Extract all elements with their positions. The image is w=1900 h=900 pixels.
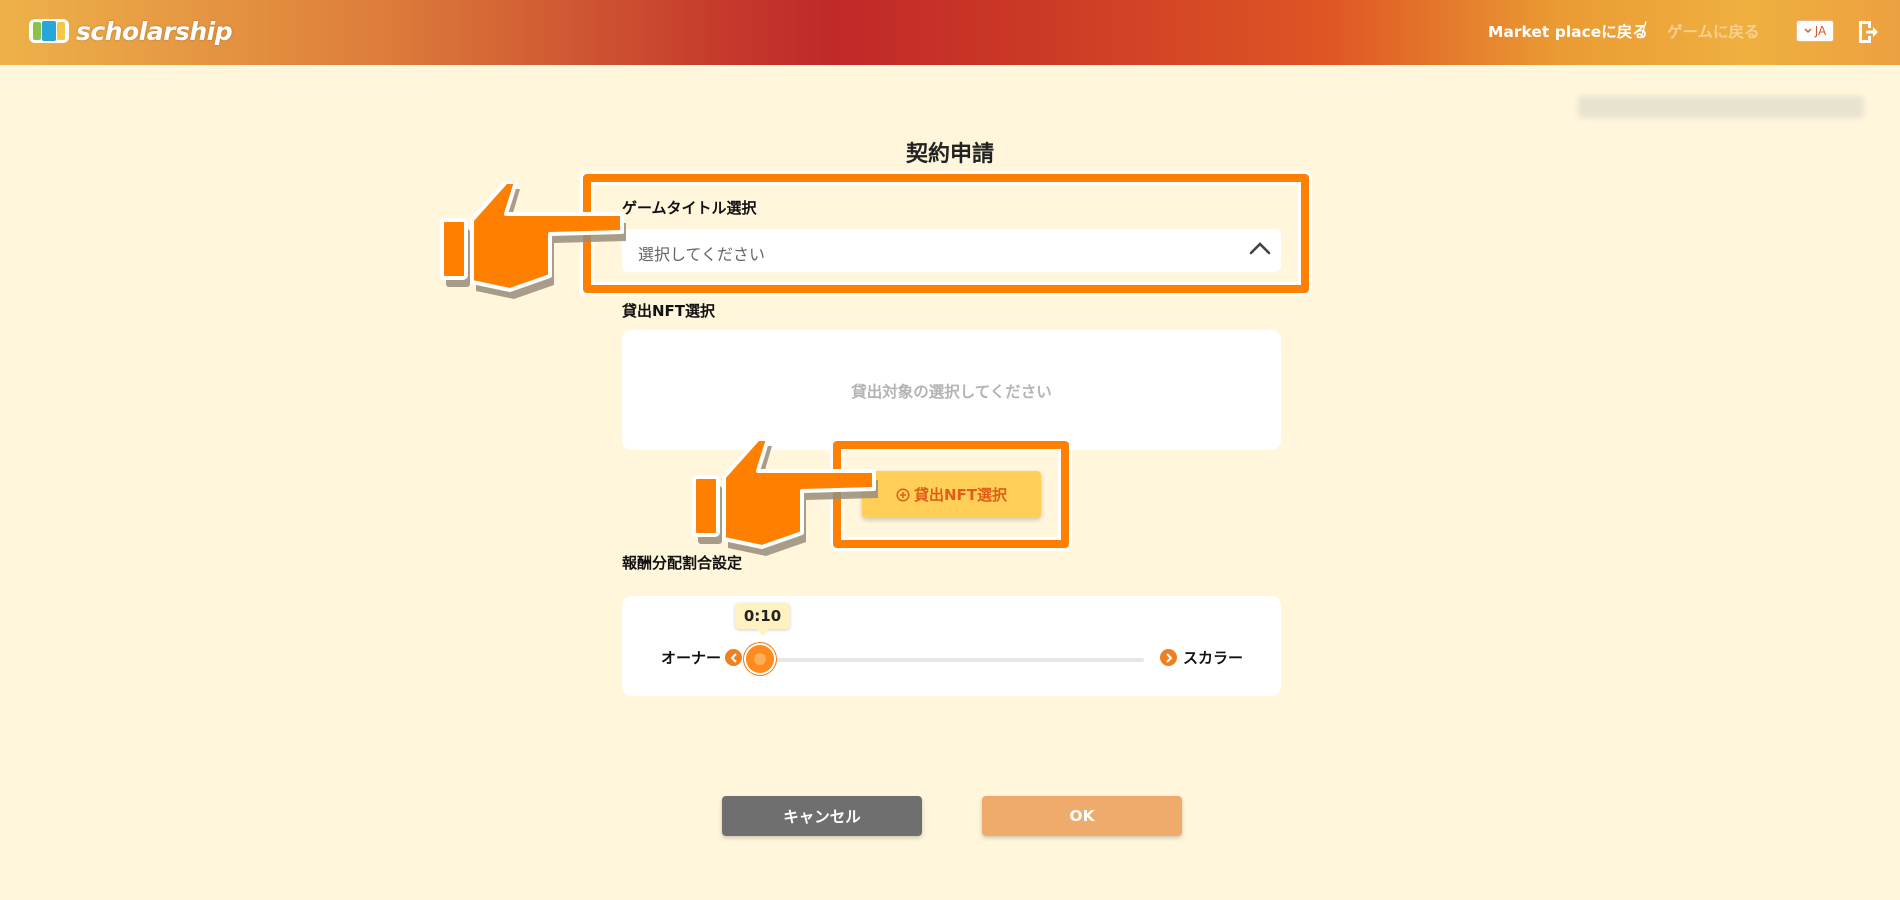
ok-button-label: OK [1069, 807, 1095, 825]
scholar-label: スカラー [1183, 649, 1244, 667]
reward-split-panel [622, 596, 1281, 696]
reward-slider-thumb[interactable] [746, 645, 774, 673]
nft-empty-message: 貸出対象の選択してください [851, 383, 1052, 401]
nav-marketplace-link[interactable]: Market placeに戻る [1488, 20, 1648, 42]
chevron-right-icon [1165, 652, 1172, 663]
decrease-owner-button[interactable] [725, 649, 742, 666]
nav-game-link[interactable]: ゲームに戻る [1667, 20, 1760, 42]
reward-slider-track[interactable] [760, 658, 1144, 662]
logo-mark-icon [29, 19, 69, 43]
pointing-hand-icon [692, 439, 878, 556]
ok-button[interactable]: OK [982, 796, 1182, 836]
nft-select-label: 貸出NFT選択 [622, 302, 716, 320]
nft-selection-area: 貸出対象の選択してください [622, 330, 1281, 450]
select-nft-button-label: 貸出NFT選択 [913, 486, 1008, 504]
logo-text: scholarship [76, 16, 233, 46]
logo[interactable]: scholarship [28, 13, 233, 49]
blurred-info-bar [1578, 96, 1864, 118]
chevron-left-icon [730, 652, 737, 663]
nav-separator: / [1641, 19, 1647, 39]
pointing-hand-icon [440, 182, 626, 299]
logout-icon[interactable] [1857, 19, 1879, 45]
add-circle-icon [896, 487, 910, 502]
slider-thumb-core [754, 653, 766, 665]
ratio-tooltip: 0:10 [735, 603, 790, 636]
page-title: 契約申請 [905, 142, 994, 167]
cancel-button-label: キャンセル [783, 808, 861, 826]
owner-label: オーナー [661, 649, 722, 667]
app-header: scholarship Market placeに戻る / ゲームに戻る JA [0, 0, 1900, 65]
chevron-down-icon [1804, 28, 1812, 33]
language-label: JA [1814, 24, 1827, 38]
game-title-highlight [583, 174, 1309, 293]
select-nft-button[interactable]: 貸出NFT選択 [862, 471, 1041, 518]
increase-owner-button[interactable] [1160, 649, 1177, 666]
language-selector[interactable]: JA [1796, 20, 1834, 42]
cancel-button[interactable]: キャンセル [722, 796, 922, 836]
